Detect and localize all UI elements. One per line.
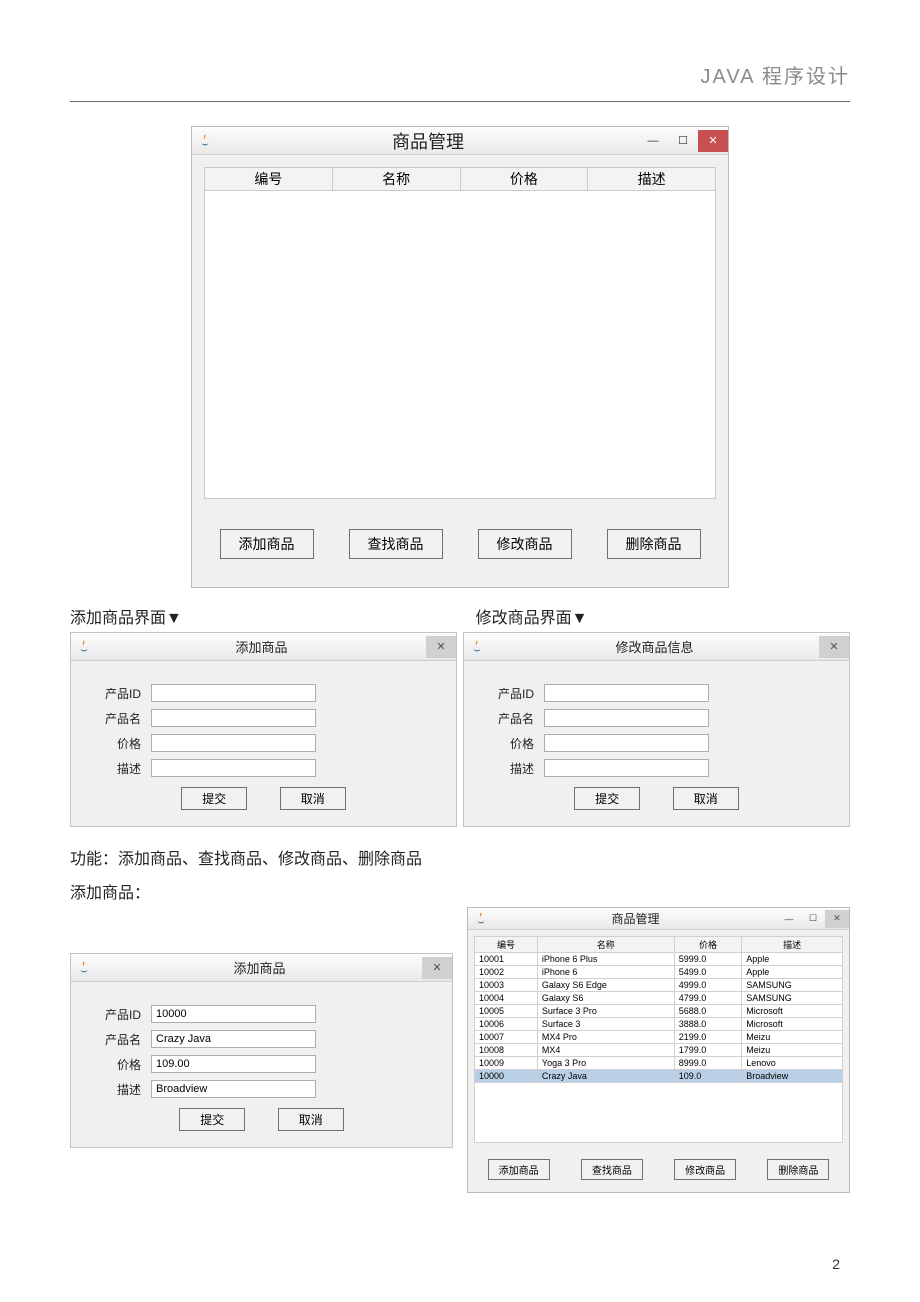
label-price: 价格 xyxy=(476,735,534,752)
submit-button[interactable]: 提交 xyxy=(181,787,247,810)
product-table: 编号 名称 价格 描述 xyxy=(204,167,716,499)
add-button[interactable]: 添加商品 xyxy=(220,529,314,559)
table-row[interactable]: 10003Galaxy S6 Edge4999.0SAMSUNG xyxy=(475,979,843,992)
mini-main-window: 商品管理 编号 名称 价格 描述 xyxy=(467,907,850,1193)
add-product-text: 添加商品： xyxy=(70,879,850,903)
name-field[interactable] xyxy=(544,709,709,727)
label-id: 产品ID xyxy=(476,685,534,702)
dialog-title: 修改商品信息 xyxy=(490,637,819,656)
desc-field[interactable] xyxy=(544,759,709,777)
col-price: 价格 xyxy=(674,937,742,953)
table-row[interactable]: 10002iPhone 65499.0Apple xyxy=(475,966,843,979)
label-id: 产品ID xyxy=(83,685,141,702)
close-icon[interactable] xyxy=(698,130,728,152)
minimize-icon[interactable] xyxy=(777,910,801,928)
java-icon xyxy=(77,640,91,654)
table-row[interactable]: 10001iPhone 6 Plus5999.0Apple xyxy=(475,953,843,966)
java-icon xyxy=(77,961,91,975)
name-field[interactable] xyxy=(151,709,316,727)
window-title: 商品管理 xyxy=(218,128,638,154)
titlebar: 商品管理 xyxy=(192,127,728,155)
window-title: 商品管理 xyxy=(494,910,777,927)
col-desc: 描述 xyxy=(742,937,843,953)
close-icon[interactable] xyxy=(819,636,849,658)
java-icon xyxy=(198,134,212,148)
table-row[interactable]: 10005Surface 3 Pro5688.0Microsoft xyxy=(475,1005,843,1018)
id-field[interactable] xyxy=(151,684,316,702)
cancel-button[interactable]: 取消 xyxy=(278,1108,344,1131)
maximize-icon[interactable] xyxy=(801,910,825,928)
dialog-title: 添加商品 xyxy=(97,958,422,977)
col-desc: 描述 xyxy=(588,168,716,191)
desc-field[interactable] xyxy=(151,759,316,777)
cancel-button[interactable]: 取消 xyxy=(280,787,346,810)
function-text: 功能：添加商品、查找商品、修改商品、删除商品 xyxy=(70,845,850,869)
modify-button[interactable]: 修改商品 xyxy=(674,1159,736,1180)
page-header: JAVA 程序设计 xyxy=(70,60,850,102)
table-row[interactable]: 10004Galaxy S64799.0SAMSUNG xyxy=(475,992,843,1005)
submit-button[interactable]: 提交 xyxy=(574,787,640,810)
dialog-title: 添加商品 xyxy=(97,637,426,656)
caption-modify: 修改商品界面▼ xyxy=(476,604,850,628)
label-price: 价格 xyxy=(83,735,141,752)
add-button[interactable]: 添加商品 xyxy=(488,1159,550,1180)
table-row[interactable]: 10009Yoga 3 Pro8999.0Lenovo xyxy=(475,1057,843,1070)
java-icon xyxy=(470,640,484,654)
price-field[interactable] xyxy=(544,734,709,752)
java-icon xyxy=(474,912,488,926)
product-table[interactable]: 编号 名称 价格 描述 10001iPhone 6 Plus5999.0Appl… xyxy=(474,936,843,1083)
minimize-icon[interactable] xyxy=(638,130,668,152)
label-id: 产品ID xyxy=(83,1006,141,1023)
price-field[interactable] xyxy=(151,734,316,752)
maximize-icon[interactable] xyxy=(668,130,698,152)
label-name: 产品名 xyxy=(83,710,141,727)
label-desc: 描述 xyxy=(476,760,534,777)
caption-add: 添加商品界面▼ xyxy=(70,604,444,628)
label-name: 产品名 xyxy=(83,1031,141,1048)
main-window: 商品管理 编号 名称 价格 描述 添加商品 xyxy=(191,126,729,588)
col-name: 名称 xyxy=(332,168,460,191)
label-desc: 描述 xyxy=(83,1081,141,1098)
page-number: 2 xyxy=(832,1256,840,1272)
table-row[interactable]: 10000Crazy Java109.0Broadview xyxy=(475,1070,843,1083)
modify-dialog: 修改商品信息 产品ID 产品名 价格 描述 提交 取消 xyxy=(463,632,850,827)
col-id: 编号 xyxy=(205,168,333,191)
add-dialog: 添加商品 产品ID 产品名 价格 描述 提交 取消 xyxy=(70,632,457,827)
delete-button[interactable]: 删除商品 xyxy=(607,529,701,559)
find-button[interactable]: 查找商品 xyxy=(349,529,443,559)
label-price: 价格 xyxy=(83,1056,141,1073)
table-row[interactable]: 10006Surface 33888.0Microsoft xyxy=(475,1018,843,1031)
find-button[interactable]: 查找商品 xyxy=(581,1159,643,1180)
desc-field[interactable] xyxy=(151,1080,316,1098)
name-field[interactable] xyxy=(151,1030,316,1048)
label-name: 产品名 xyxy=(476,710,534,727)
delete-button[interactable]: 删除商品 xyxy=(767,1159,829,1180)
id-field[interactable] xyxy=(151,1005,316,1023)
table-row[interactable]: 10007MX4 Pro2199.0Meizu xyxy=(475,1031,843,1044)
submit-button[interactable]: 提交 xyxy=(179,1108,245,1131)
col-name: 名称 xyxy=(537,937,674,953)
close-icon[interactable] xyxy=(825,910,849,928)
col-price: 价格 xyxy=(460,168,588,191)
filled-add-dialog: 添加商品 产品ID 产品名 价格 描述 提交 取消 xyxy=(70,953,453,1148)
label-desc: 描述 xyxy=(83,760,141,777)
close-icon[interactable] xyxy=(422,957,452,979)
modify-button[interactable]: 修改商品 xyxy=(478,529,572,559)
close-icon[interactable] xyxy=(426,636,456,658)
table-row[interactable]: 10008MX41799.0Meizu xyxy=(475,1044,843,1057)
price-field[interactable] xyxy=(151,1055,316,1073)
cancel-button[interactable]: 取消 xyxy=(673,787,739,810)
id-field[interactable] xyxy=(544,684,709,702)
col-id: 编号 xyxy=(475,937,538,953)
